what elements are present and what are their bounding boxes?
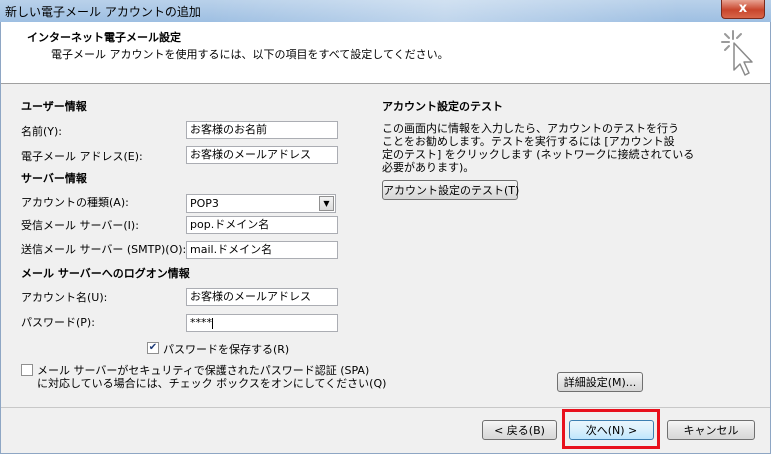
account-name-field[interactable]: お客様のメールアドレス bbox=[186, 288, 338, 306]
account-type-label: アカウントの種類(A): bbox=[21, 196, 129, 209]
save-password-label: パスワードを保存する(R) bbox=[163, 343, 290, 356]
back-button[interactable]: < 戻る(B) bbox=[482, 420, 557, 440]
outgoing-server-label: 送信メール サーバー (SMTP)(O): bbox=[21, 243, 187, 256]
save-password-checkbox[interactable]: ✔ bbox=[147, 342, 159, 354]
name-label: 名前(Y): bbox=[21, 125, 63, 138]
more-settings-button[interactable]: 詳細設定(M)... bbox=[557, 372, 643, 392]
spa-label: メール サーバーがセキュリティで保護されたパスワード認証 (SPA) に対応して… bbox=[37, 364, 387, 390]
password-field[interactable]: **** bbox=[186, 314, 338, 332]
test-description: この画面内に情報を入力したら、アカウントのテストを行う ことをお勧めします。テス… bbox=[382, 122, 695, 174]
sparkle-cursor-icon bbox=[721, 30, 753, 76]
email-label: 電子メール アドレス(E): bbox=[21, 150, 143, 163]
close-button[interactable]: x bbox=[721, 0, 765, 19]
text-cursor bbox=[212, 317, 213, 329]
logon-info-heading: メール サーバーへのログオン情報 bbox=[21, 267, 190, 280]
chevron-down-icon[interactable]: ▼ bbox=[319, 196, 334, 211]
user-info-heading: ユーザー情報 bbox=[21, 100, 87, 113]
password-label: パスワード(P): bbox=[21, 316, 95, 329]
window-title: 新しい電子メール アカウントの追加 bbox=[5, 5, 201, 19]
incoming-server-label: 受信メール サーバー(I): bbox=[21, 219, 139, 232]
dialog-header: インターネット電子メール設定 電子メール アカウントを使用するには、以下の項目を… bbox=[1, 22, 770, 84]
dialog-body: インターネット電子メール設定 電子メール アカウントを使用するには、以下の項目を… bbox=[0, 22, 771, 454]
header-subtitle: 電子メール アカウントを使用するには、以下の項目をすべて設定してください。 bbox=[51, 48, 449, 61]
server-info-heading: サーバー情報 bbox=[21, 172, 87, 185]
password-value: **** bbox=[190, 316, 212, 329]
test-heading: アカウント設定のテスト bbox=[382, 100, 503, 113]
header-title: インターネット電子メール設定 bbox=[27, 31, 181, 44]
highlight-box bbox=[562, 409, 660, 449]
spa-checkbox[interactable] bbox=[21, 364, 33, 376]
account-type-value: POP3 bbox=[190, 197, 219, 210]
incoming-server-field[interactable]: pop.ドメイン名 bbox=[186, 216, 338, 234]
email-field[interactable]: お客様のメールアドレス bbox=[186, 146, 338, 164]
account-type-select[interactable]: POP3 ▼ bbox=[186, 194, 336, 213]
test-account-button[interactable]: アカウント設定のテスト(T) bbox=[382, 180, 519, 200]
name-field[interactable]: お客様のお名前 bbox=[186, 121, 338, 139]
title-bar: 新しい電子メール アカウントの追加 x bbox=[0, 0, 771, 22]
cancel-button[interactable]: キャンセル bbox=[667, 420, 755, 440]
account-name-label: アカウント名(U): bbox=[21, 291, 108, 304]
outgoing-server-field[interactable]: mail.ドメイン名 bbox=[186, 241, 338, 259]
